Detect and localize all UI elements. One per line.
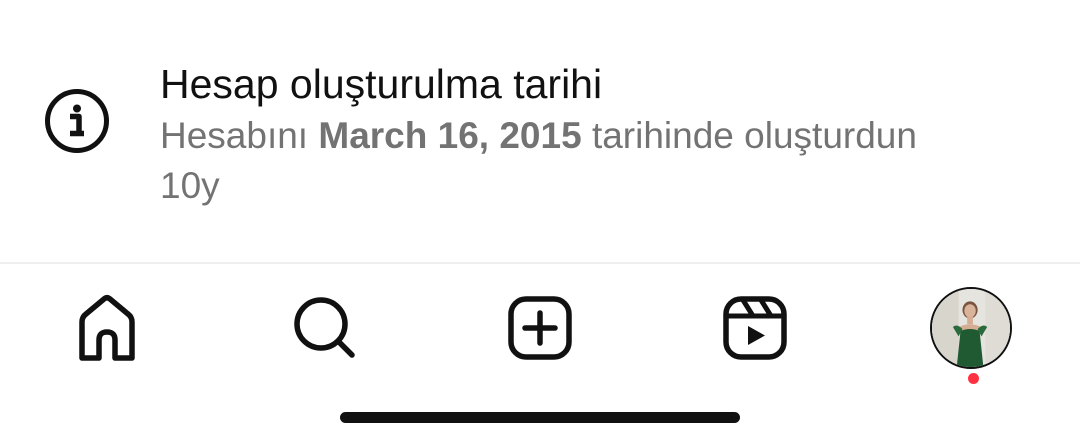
bottom-tab-bar [0, 264, 1080, 404]
account-created-row: Hesap oluşturulma tarihi Hesabını March … [0, 0, 1080, 262]
account-created-subtitle: Hesabını March 16, 2015 tarihinde oluştu… [160, 112, 1040, 160]
subtitle-suffix: tarihinde oluşturdun [581, 115, 917, 156]
profile-avatar [930, 287, 1012, 369]
tab-reels[interactable] [715, 288, 795, 368]
tab-home[interactable] [67, 288, 147, 368]
account-age: 10y [160, 165, 220, 206]
tab-create[interactable] [500, 288, 580, 368]
notification-dot [968, 373, 979, 384]
plus-square-icon [508, 296, 572, 360]
home-indicator[interactable] [340, 412, 740, 423]
account-info-screen: Hesap oluşturulma tarihi Hesabını March … [0, 0, 1080, 440]
subtitle-prefix: Hesabını [160, 115, 319, 156]
home-icon [79, 295, 135, 361]
search-icon [294, 297, 355, 358]
tab-profile[interactable] [930, 287, 1016, 384]
created-date: March 16, 2015 [318, 115, 582, 156]
info-circle-icon [44, 88, 110, 154]
reels-icon [723, 296, 787, 360]
tab-search[interactable] [285, 288, 365, 368]
account-created-title: Hesap oluşturulma tarihi [160, 61, 603, 107]
